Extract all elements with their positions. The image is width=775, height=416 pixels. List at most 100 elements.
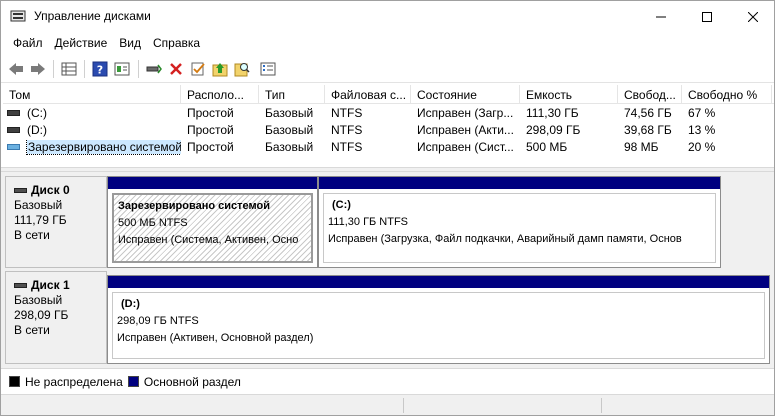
- volume-table-header: Том Располо... Тип Файловая с... Состоян…: [3, 85, 774, 104]
- disk-0-label[interactable]: Диск 0 Базовый 111,79 ГБ В сети: [5, 176, 107, 268]
- cell-status: Исправен (Загр...: [417, 106, 514, 120]
- primary-partition-bar: [319, 177, 720, 189]
- back-icon: [9, 63, 23, 75]
- partition-status: Исправен (Система, Активен, Осно: [118, 234, 299, 246]
- menu-view[interactable]: Вид: [113, 32, 147, 54]
- close-icon: [748, 11, 758, 22]
- disk-0-type: Базовый: [14, 198, 63, 212]
- partition-d[interactable]: (D:) 298,09 ГБ NTFS Исправен (Активен, О…: [107, 275, 770, 364]
- toolbar-separator: [84, 60, 85, 78]
- help-icon: ?: [92, 61, 108, 77]
- up-button[interactable]: [209, 58, 231, 80]
- table-row[interactable]: (D:) Простой Базовый NTFS Исправен (Акти…: [3, 122, 774, 139]
- volume-list: Том Располо... Тип Файловая с... Состоян…: [3, 85, 774, 166]
- connect-button[interactable]: [143, 58, 165, 80]
- minimize-button[interactable]: [638, 1, 684, 32]
- search-button[interactable]: [231, 58, 253, 80]
- disk-1-label[interactable]: Диск 1 Базовый 298,09 ГБ В сети: [5, 271, 107, 364]
- unallocated-swatch: [9, 376, 20, 387]
- partition-body: Зарезервировано системой 500 МБ NTFS Исп…: [112, 193, 313, 263]
- partition-body: (D:) 298,09 ГБ NTFS Исправен (Активен, О…: [112, 292, 765, 359]
- toolbar-separator: [53, 60, 54, 78]
- delete-button[interactable]: [165, 58, 187, 80]
- cell-layout: Простой: [187, 123, 234, 137]
- check-icon: [191, 62, 205, 76]
- cell-capacity: 298,09 ГБ: [526, 123, 581, 137]
- toolbar: ?: [1, 55, 774, 83]
- partition-size: 298,09 ГБ NTFS: [117, 315, 199, 327]
- maximize-icon: [702, 11, 712, 22]
- maximize-button[interactable]: [684, 1, 730, 32]
- column-header-status[interactable]: Состояние: [411, 85, 520, 104]
- cell-free-percent: 13 %: [688, 123, 716, 137]
- disk-0-name: Диск 0: [31, 183, 70, 197]
- partition-status: Исправен (Активен, Основной раздел): [117, 332, 314, 344]
- up-icon: [212, 63, 228, 77]
- cell-capacity: 111,30 ГБ: [526, 106, 579, 120]
- partition-name: (D:): [121, 298, 140, 310]
- app-icon: [10, 10, 26, 22]
- disk-graphical-view: Диск 0 Базовый 111,79 ГБ В сети Зарезерв…: [1, 172, 774, 368]
- legend: Не распределена Основной раздел: [1, 368, 774, 394]
- disk-icon: [14, 188, 27, 193]
- column-header-volume[interactable]: Том: [3, 85, 181, 104]
- help-button[interactable]: ?: [89, 58, 111, 80]
- disk-1-name-row: Диск 1: [14, 278, 106, 293]
- primary-swatch: [127, 376, 139, 387]
- close-button[interactable]: [730, 1, 775, 32]
- table-row-selected[interactable]: Зарезервировано системой Простой Базовый…: [3, 139, 774, 156]
- partition-body: (C:) 111,30 ГБ NTFS Исправен (Загрузка, …: [323, 193, 716, 263]
- disk-list-icon: [61, 62, 77, 76]
- column-header-free-percent[interactable]: Свободно %: [682, 85, 772, 104]
- selected-volume-label: Зарезервировано системой: [25, 140, 181, 155]
- column-header-free-space[interactable]: Свобод...: [618, 85, 682, 104]
- column-header-layout[interactable]: Располо...: [181, 85, 259, 104]
- title-bar: Управление дисками: [1, 1, 774, 32]
- forward-button[interactable]: [27, 58, 49, 80]
- cell-free-percent: 67 %: [688, 106, 716, 120]
- back-button[interactable]: [5, 58, 27, 80]
- cell-free-space: 39,68 ГБ: [624, 123, 672, 137]
- status-bar: [1, 394, 774, 415]
- status-separator: [601, 398, 602, 413]
- disk-list-button[interactable]: [58, 58, 80, 80]
- partition-system-reserved[interactable]: Зарезервировано системой 500 МБ NTFS Исп…: [107, 176, 318, 268]
- cell-layout: Простой: [187, 106, 234, 120]
- primary-partition-bar: [108, 177, 317, 189]
- disk-management-window: Управление дисками Файл Действие Вид Спр…: [0, 0, 775, 416]
- cell-free-percent: 20 %: [688, 140, 716, 154]
- menu-action[interactable]: Действие: [49, 32, 114, 54]
- search-icon: [234, 63, 250, 77]
- partition-status: Исправен (Загрузка, Файл подкачки, Авари…: [328, 233, 682, 245]
- partition-name: (C:): [332, 199, 351, 211]
- cell-capacity: 500 МБ: [526, 140, 568, 154]
- menu-file[interactable]: Файл: [7, 32, 49, 54]
- table-row[interactable]: (C:) Простой Базовый NTFS Исправен (Загр…: [3, 105, 774, 122]
- cell-volume: (C:): [27, 106, 47, 120]
- column-header-type[interactable]: Тип: [259, 85, 325, 104]
- disk-0-state: В сети: [14, 228, 50, 242]
- column-header-filesystem[interactable]: Файловая с...: [325, 85, 411, 104]
- partition-c[interactable]: (C:) 111,30 ГБ NTFS Исправен (Загрузка, …: [318, 176, 721, 268]
- partition-size: 500 МБ NTFS: [118, 217, 188, 229]
- cell-filesystem: NTFS: [331, 123, 363, 137]
- cell-volume: (D:): [27, 123, 47, 137]
- check-button[interactable]: [187, 58, 209, 80]
- cell-filesystem: NTFS: [331, 106, 363, 120]
- settings-list-button[interactable]: [257, 58, 279, 80]
- disk-0-size: 111,79 ГБ: [14, 213, 67, 227]
- column-header-capacity[interactable]: Емкость: [520, 85, 618, 104]
- svg-text:?: ?: [97, 64, 103, 77]
- properties-button[interactable]: [111, 58, 133, 80]
- cell-free-space: 74,56 ГБ: [624, 106, 672, 120]
- settings-list-icon: [260, 62, 276, 76]
- cell-volume: Зарезервировано системой: [3, 140, 181, 156]
- cell-type: Базовый: [265, 123, 314, 137]
- menu-help[interactable]: Справка: [147, 32, 206, 54]
- partition-size: 111,30 ГБ NTFS: [328, 216, 409, 228]
- menu-bar: Файл Действие Вид Справка: [1, 32, 774, 54]
- disk-1-size: 298,09 ГБ: [14, 308, 69, 322]
- cell-free-space: 98 МБ: [624, 140, 659, 154]
- cell-status: Исправен (Акти...: [417, 123, 514, 137]
- toolbar-separator: [138, 60, 139, 78]
